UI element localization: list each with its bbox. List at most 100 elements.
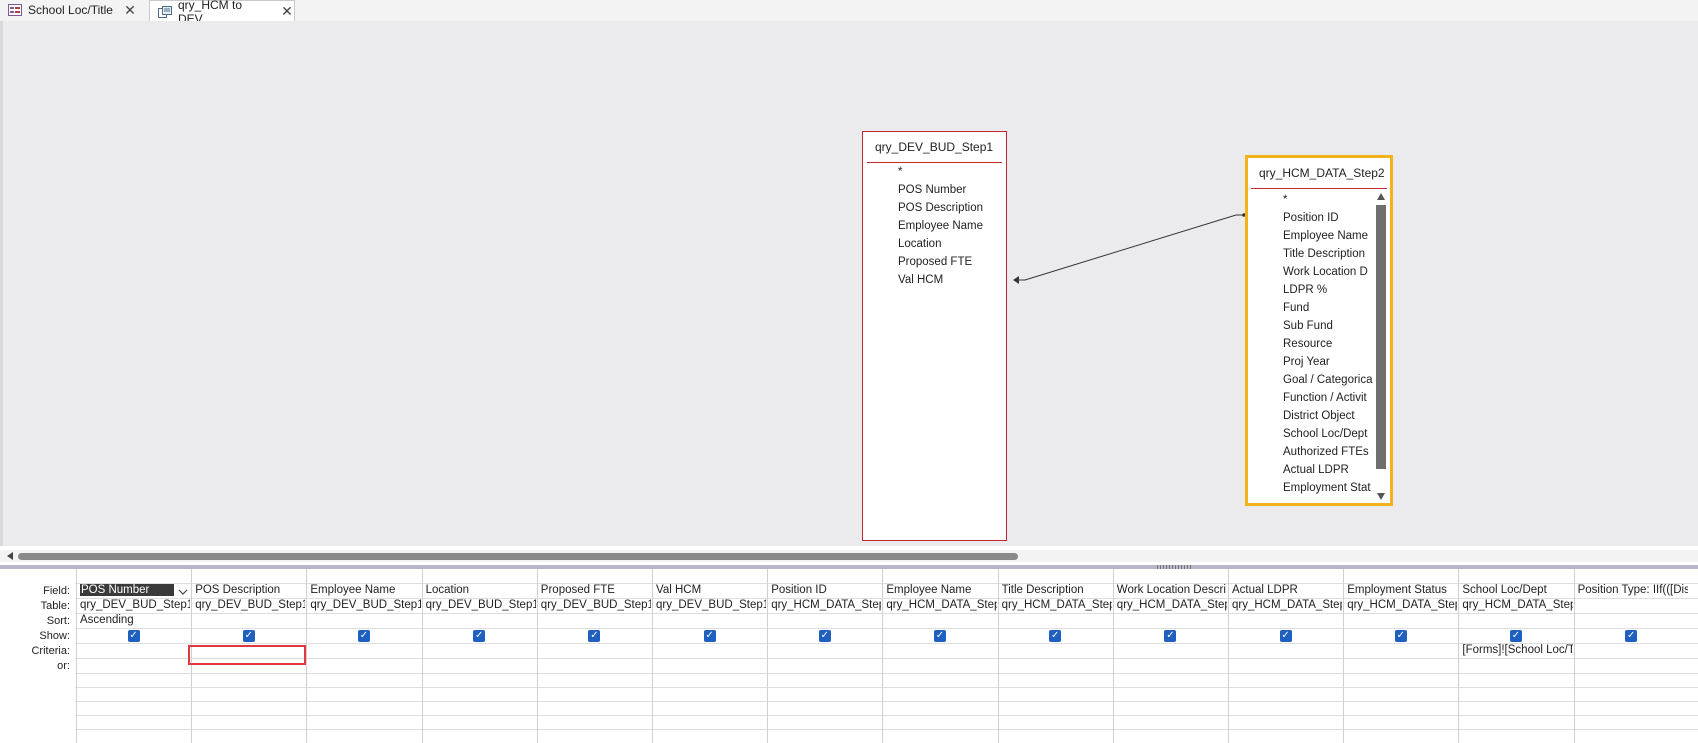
scroll-down-icon[interactable]: [1377, 493, 1385, 500]
query-design-surface[interactable]: qry_DEV_BUD_Step1 * POS Number POS Descrip…: [0, 21, 1698, 546]
grid-table-cell[interactable]: qry_DEV_BUD_Step1: [80, 599, 190, 611]
scroll-up-icon[interactable]: [1377, 193, 1385, 200]
grid-table-cell[interactable]: qry_DEV_BUD_Step1: [541, 599, 651, 611]
show-checkbox[interactable]: ✓: [1625, 630, 1638, 642]
close-icon[interactable]: ✕: [123, 2, 137, 19]
field-list-item[interactable]: Resource: [1283, 338, 1383, 350]
field-list-item[interactable]: Function / Activit: [1283, 392, 1383, 404]
grid-column[interactable]: Title Description qry_HCM_DATA_Step2 ✓: [997, 569, 1114, 743]
grid-field-cell[interactable]: Employee Name: [310, 584, 420, 596]
show-checkbox[interactable]: ✓: [703, 630, 716, 642]
show-checkbox[interactable]: ✓: [588, 630, 601, 642]
grid-field-cell[interactable]: Title Description: [1002, 584, 1112, 596]
grid-table-cell[interactable]: qry_DEV_BUD_Step1: [195, 599, 305, 611]
grid-table-cell[interactable]: qry_HCM_DATA_Step2: [1347, 599, 1457, 611]
grid-column[interactable]: Actual LDPR qry_HCM_DATA_Step2 ✓: [1228, 569, 1344, 743]
grid-field-cell[interactable]: Position Type: IIf(([Dis: [1578, 584, 1688, 596]
grid-table-cell[interactable]: qry_DEV_BUD_Step1: [310, 599, 420, 611]
grid-field-cell[interactable]: POS Description: [195, 584, 305, 596]
field-list-item[interactable]: Employment Stat: [1283, 482, 1383, 494]
grid-column[interactable]: Employee Name qry_DEV_BUD_Step1 ✓: [306, 569, 422, 743]
field-list-item[interactable]: Authorized FTEs: [1283, 446, 1383, 458]
grid-sort-cell[interactable]: Ascending: [80, 614, 190, 626]
scroll-left-icon[interactable]: [7, 552, 13, 560]
close-icon[interactable]: ✕: [280, 3, 294, 20]
field-list-title[interactable]: qry_HCM_DATA_Step2: [1248, 158, 1390, 188]
show-checkbox[interactable]: ✓: [1164, 630, 1177, 642]
show-checkbox[interactable]: ✓: [473, 630, 486, 642]
join-line[interactable]: [3, 21, 1698, 546]
grid-field-cell[interactable]: Proposed FTE: [541, 584, 651, 596]
grid-column[interactable]: Position ID qry_HCM_DATA_Step2 ✓: [767, 569, 883, 743]
grid-table-cell[interactable]: qry_HCM_DATA_Step2: [1232, 599, 1342, 611]
grid-table-cell[interactable]: qry_DEV_BUD_Step1: [426, 599, 536, 611]
grid-field-cell[interactable]: Val HCM: [656, 584, 766, 596]
field-list-dev-bud[interactable]: qry_DEV_BUD_Step1 * POS Number POS Descrip…: [862, 131, 1007, 541]
grid-table-cell[interactable]: qry_HCM_DATA_Step2: [886, 599, 996, 611]
grid-table-cell[interactable]: qry_HCM_DATA_Step2: [1002, 599, 1112, 611]
field-list-item[interactable]: Proposed FTE: [898, 256, 998, 268]
field-list-item[interactable]: School Loc/Dept: [1283, 428, 1383, 440]
field-list-item[interactable]: *: [898, 166, 998, 178]
grid-column[interactable]: School Loc/Dept qry_HCM_DATA_Step2 [Forms]…: [1458, 569, 1574, 743]
field-list-item[interactable]: Sub Fund: [1283, 320, 1383, 332]
grid-table-cell[interactable]: qry_DEV_BUD_Step1: [656, 599, 766, 611]
grid-field-cell[interactable]: School Loc/Dept: [1462, 584, 1572, 596]
grid-row-label: Show:: [39, 630, 70, 642]
grid-field-cell[interactable]: Location: [426, 584, 536, 596]
tab-qry-hcm-to-dev[interactable]: qry_HCM to DEV ✕: [149, 0, 295, 26]
field-list-item[interactable]: Employee Name: [898, 220, 998, 232]
grid-table-cell[interactable]: qry_HCM_DATA_Step2: [1117, 599, 1227, 611]
show-checkbox[interactable]: ✓: [127, 630, 140, 642]
grid-field-cell[interactable]: POS Number: [80, 584, 175, 596]
query-design-grid[interactable]: Field: Table: Sort: Show: Criteria: or: POS N…: [0, 569, 1698, 743]
field-list-item[interactable]: Proj Year: [1283, 356, 1383, 368]
show-checkbox[interactable]: ✓: [1049, 630, 1062, 642]
show-checkbox[interactable]: ✓: [818, 630, 831, 642]
chevron-down-icon[interactable]: [178, 585, 188, 595]
field-list-item[interactable]: *: [1283, 194, 1383, 206]
grid-field-cell[interactable]: Work Location Descri: [1117, 584, 1227, 596]
grid-column[interactable]: Location qry_DEV_BUD_Step1 ✓: [421, 569, 538, 743]
field-list-item[interactable]: Goal / Categorica: [1283, 374, 1383, 386]
grid-criteria-cell[interactable]: [Forms]![School Loc/Ti: [1462, 644, 1572, 656]
field-list-item[interactable]: Location: [898, 238, 998, 250]
scrollbar-thumb[interactable]: [18, 553, 1018, 560]
grid-field-cell[interactable]: Employee Name: [886, 584, 996, 596]
field-list-item[interactable]: Val HCM: [898, 274, 998, 286]
scrollbar-thumb[interactable]: [1376, 205, 1386, 469]
show-checkbox[interactable]: ✓: [242, 630, 255, 642]
field-list-item[interactable]: LDPR %: [1283, 284, 1383, 296]
show-checkbox[interactable]: ✓: [1394, 630, 1407, 642]
grid-column[interactable]: Proposed FTE qry_DEV_BUD_Step1 ✓: [536, 569, 653, 743]
grid-field-cell[interactable]: Actual LDPR: [1232, 584, 1342, 596]
field-list-item[interactable]: District Object: [1283, 410, 1383, 422]
field-list-item[interactable]: Actual LDPR: [1283, 464, 1383, 476]
design-horizontal-scrollbar[interactable]: [0, 550, 1698, 562]
grid-column[interactable]: Employee Name qry_HCM_DATA_Step2 ✓: [882, 569, 998, 743]
grid-column[interactable]: Work Location Descri qry_HCM_DATA_Step2 ✓: [1112, 569, 1229, 743]
grid-table-cell[interactable]: qry_HCM_DATA_Step2: [771, 599, 881, 611]
field-list-item[interactable]: POS Number: [898, 184, 998, 196]
grid-column[interactable]: Val HCM qry_DEV_BUD_Step1 ✓: [652, 569, 768, 743]
grid-table-cell[interactable]: qry_HCM_DATA_Step2: [1462, 599, 1572, 611]
grid-field-cell[interactable]: Employment Status: [1347, 584, 1457, 596]
field-list-item[interactable]: POS Description: [898, 202, 998, 214]
field-list-scrollbar[interactable]: [1374, 191, 1388, 503]
tab-school-loc-title[interactable]: School Loc/Title ✕: [0, 0, 148, 20]
grid-column[interactable]: POS Number qry_DEV_BUD_Step1 Ascending ✓: [76, 569, 192, 743]
field-list-item[interactable]: Title Description: [1283, 248, 1383, 260]
show-checkbox[interactable]: ✓: [357, 630, 370, 642]
show-checkbox[interactable]: ✓: [1509, 630, 1522, 642]
field-list-item[interactable]: Fund: [1283, 302, 1383, 314]
field-list-item[interactable]: Position ID: [1283, 212, 1383, 224]
field-list-item[interactable]: Employee Name: [1283, 230, 1383, 242]
grid-column[interactable]: Position Type: IIf(([Dis ✓: [1573, 569, 1690, 743]
grid-column[interactable]: Employment Status qry_HCM_DATA_Step2 ✓: [1343, 569, 1459, 743]
field-list-item[interactable]: Work Location D: [1283, 266, 1383, 278]
grid-field-cell[interactable]: Position ID: [771, 584, 881, 596]
field-list-hcm-data[interactable]: qry_HCM_DATA_Step2 * Position ID Employee …: [1245, 155, 1393, 506]
field-list-title[interactable]: qry_DEV_BUD_Step1: [863, 132, 1006, 162]
show-checkbox[interactable]: ✓: [933, 630, 946, 642]
show-checkbox[interactable]: ✓: [1279, 630, 1292, 642]
